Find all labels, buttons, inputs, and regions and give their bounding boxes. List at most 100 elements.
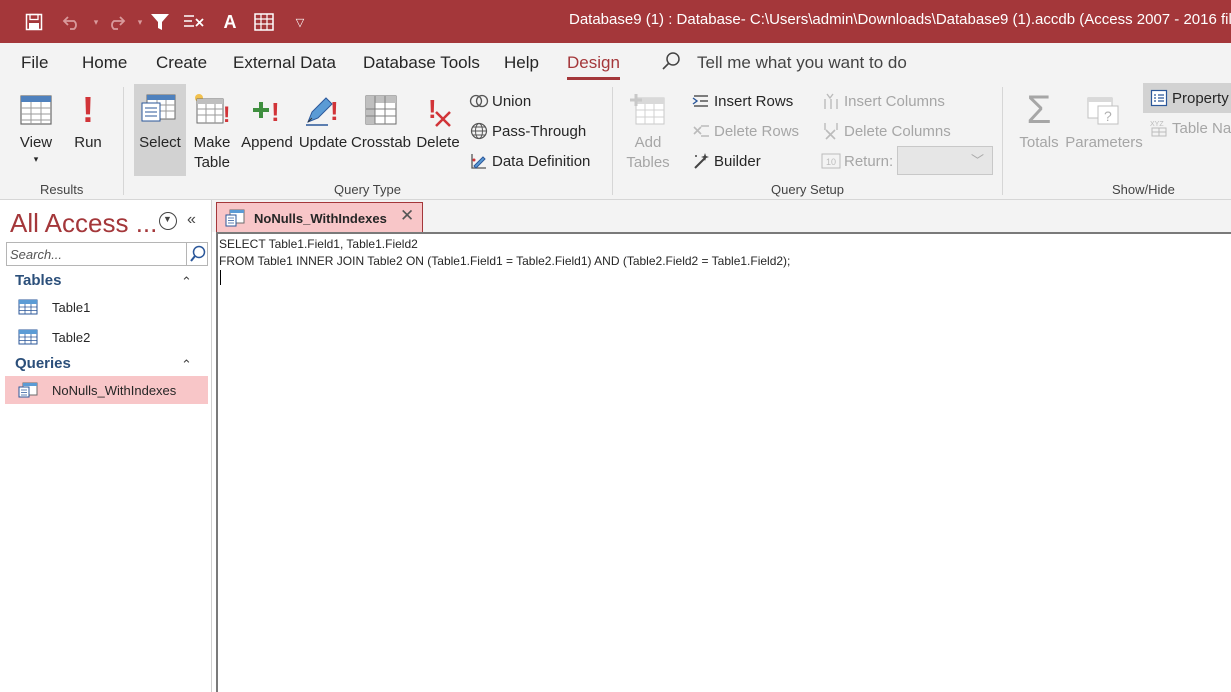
redo-icon[interactable]	[104, 10, 128, 34]
make-table-button[interactable]: ! Make Table	[190, 87, 234, 173]
select-label: Select	[139, 134, 181, 151]
make-table-label-2: Table	[194, 154, 230, 171]
ribbon-separator	[123, 87, 124, 195]
tables-group-header[interactable]: Tables	[15, 272, 61, 289]
window-title: Database9 (1) : Database- C:\Users\admin…	[569, 11, 1231, 28]
nav-search-input[interactable]: Search...	[6, 242, 208, 266]
insert-rows-button[interactable]: Insert Rows	[690, 91, 793, 111]
make-table-label-1: Make	[193, 134, 231, 151]
make-table-icon: !	[192, 87, 232, 133]
datasheet-view-icon	[19, 87, 53, 133]
queries-group-header[interactable]: Queries	[15, 355, 71, 372]
nav-menu-dropdown-icon[interactable]: ▼	[159, 212, 177, 230]
nav-item-table1[interactable]: Table1	[5, 293, 208, 321]
append-button[interactable]: ! Append	[240, 87, 294, 153]
return-label-group: 10 Return:	[820, 151, 893, 171]
pass-through-label: Pass-Through	[492, 122, 587, 140]
crosstab-button[interactable]: Crosstab	[351, 87, 411, 153]
lightbulb-search-icon[interactable]	[661, 51, 681, 71]
sigma-totals-icon: Σ	[1026, 88, 1052, 132]
delete-query-icon: !	[420, 87, 456, 133]
builder-label: Builder	[714, 152, 761, 170]
save-icon[interactable]	[22, 10, 46, 34]
customize-icon[interactable]: ▽	[288, 10, 312, 34]
table-object-icon	[18, 299, 38, 315]
sql-line-2: FROM Table1 INNER JOIN Table2 ON (Table1…	[219, 254, 791, 268]
table-names-icon: XYZ	[1148, 118, 1170, 138]
shutter-bar-collapse-icon[interactable]: «	[187, 211, 196, 229]
parameters-button[interactable]: ? Parameters	[1065, 87, 1143, 153]
chevron-down-icon: ﹀	[970, 153, 984, 168]
search-icon[interactable]	[186, 243, 208, 265]
title-bar: ▾ ▾ A ▽ Database9 (1) : Database- C:\Use…	[0, 0, 1231, 43]
menu-bar: File Home Create External Data Database …	[0, 43, 1231, 81]
svg-text:!: !	[223, 102, 230, 127]
clear-filter-icon[interactable]	[182, 10, 206, 34]
data-definition-icon	[468, 151, 490, 171]
svg-text:XYZ: XYZ	[1150, 121, 1164, 128]
search-placeholder: Search...	[10, 247, 63, 262]
delete-query-button[interactable]: ! Delete	[414, 87, 462, 153]
query-type-group-label: Query Type	[334, 182, 401, 197]
property-sheet-button[interactable]: Property	[1148, 88, 1229, 108]
add-tables-label-2: Tables	[626, 154, 670, 171]
update-pencil-icon: !	[304, 87, 342, 133]
close-icon[interactable]: ✕	[400, 206, 414, 226]
navigation-pane: All Access ... ▼ « Search... Tables ⌃ Ta…	[0, 200, 212, 692]
insert-columns-icon	[820, 91, 842, 111]
data-definition-label: Data Definition	[492, 152, 591, 170]
select-query-button[interactable]: Select	[136, 87, 184, 153]
delete-rows-label: Delete Rows	[714, 122, 800, 140]
totals-button[interactable]: Σ Totals	[1016, 87, 1062, 153]
menu-help[interactable]: Help	[504, 53, 539, 73]
delete-label: Delete	[416, 134, 460, 151]
union-rings-icon	[468, 91, 490, 111]
sql-editor[interactable]: SELECT Table1.Field1, Table1.Field2 FROM…	[216, 232, 1231, 692]
crosstab-icon	[364, 87, 398, 133]
filter-icon[interactable]	[148, 10, 172, 34]
builder-button[interactable]: Builder	[690, 151, 761, 171]
delete-rows-button[interactable]: Delete Rows	[690, 121, 799, 141]
document-tab-bar: NoNulls_WithIndexes ✕	[212, 200, 1231, 232]
update-label: Update	[298, 134, 348, 151]
collapse-tables-icon[interactable]: ⌃	[181, 274, 192, 290]
run-button[interactable]: ! Run	[72, 87, 104, 153]
table-object-icon	[18, 329, 38, 345]
undo-icon[interactable]	[60, 10, 84, 34]
font-icon[interactable]: A	[218, 10, 242, 34]
delete-rows-icon	[690, 121, 712, 141]
nav-pane-title[interactable]: All Access ...	[10, 208, 157, 239]
table-names-button[interactable]: XYZ Table Nar	[1148, 118, 1231, 138]
nav-item-table2[interactable]: Table2	[5, 323, 208, 351]
pass-through-button[interactable]: Pass-Through	[468, 121, 586, 141]
add-tables-label-1: Add	[634, 134, 662, 151]
delete-columns-button[interactable]: Delete Columns	[820, 121, 951, 141]
nav-item-nonulls-withindexes[interactable]: NoNulls_WithIndexes	[5, 376, 208, 404]
menu-database-tools[interactable]: Database Tools	[363, 53, 480, 73]
menu-file[interactable]: File	[21, 53, 48, 73]
insert-columns-button[interactable]: Insert Columns	[820, 91, 945, 111]
property-label: Property	[1172, 89, 1229, 107]
return-dropdown[interactable]: ﹀	[897, 146, 993, 175]
ribbon: View ▾ ! Run Results Select ! Make Table…	[0, 81, 1231, 200]
update-button[interactable]: ! Update	[296, 87, 350, 153]
union-button[interactable]: Union	[468, 91, 531, 111]
nav-item-label: NoNulls_WithIndexes	[52, 383, 177, 398]
data-definition-button[interactable]: Data Definition	[468, 151, 590, 171]
ribbon-separator	[612, 87, 613, 195]
query-object-icon	[18, 382, 38, 398]
menu-external-data[interactable]: External Data	[233, 53, 336, 73]
delete-columns-icon	[820, 121, 842, 141]
tell-me-search[interactable]: Tell me what you want to do	[697, 53, 907, 73]
table-icon[interactable]	[252, 10, 276, 34]
tab-nonulls-withindexes[interactable]: NoNulls_WithIndexes ✕	[216, 202, 423, 232]
menu-create[interactable]: Create	[156, 53, 207, 73]
add-tables-button[interactable]: Add Tables	[624, 87, 672, 173]
menu-design[interactable]: Design	[567, 53, 620, 80]
text-cursor	[220, 270, 221, 285]
menu-home[interactable]: Home	[82, 53, 127, 73]
builder-wand-icon	[690, 151, 712, 171]
collapse-queries-icon[interactable]: ⌃	[181, 357, 192, 373]
view-button[interactable]: View ▾	[14, 87, 58, 165]
svg-text:!: !	[271, 97, 280, 127]
